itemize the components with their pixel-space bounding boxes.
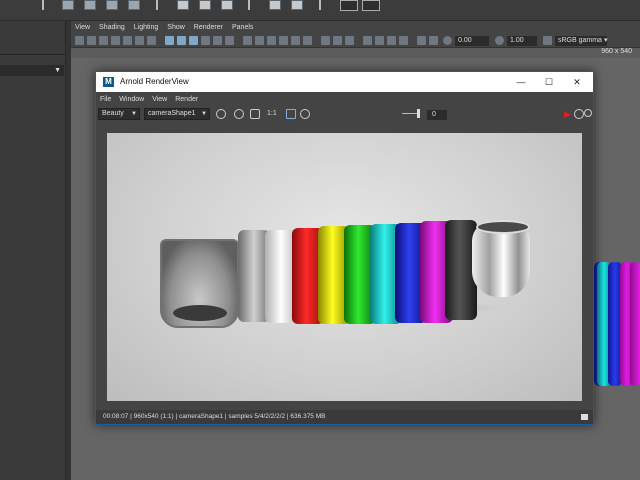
outliner-panel: ▼ bbox=[0, 21, 66, 480]
eye-icon[interactable] bbox=[340, 0, 358, 11]
display-icon[interactable] bbox=[417, 36, 426, 45]
menu-window[interactable]: Window bbox=[119, 96, 144, 103]
chevron-down-icon[interactable]: ▼ bbox=[54, 67, 61, 74]
divider bbox=[0, 54, 66, 55]
snapshot-icon[interactable] bbox=[581, 414, 588, 420]
xray-icon[interactable] bbox=[255, 36, 264, 45]
checker-icon[interactable] bbox=[199, 0, 211, 10]
exposure-icon[interactable] bbox=[443, 36, 452, 45]
camera-attributes-icon[interactable] bbox=[87, 36, 96, 45]
menu-panels[interactable]: Panels bbox=[232, 24, 253, 31]
exposure-field[interactable]: 0.00 bbox=[455, 36, 489, 46]
display-icon[interactable] bbox=[399, 36, 408, 45]
shelf-separator bbox=[42, 0, 44, 10]
wireframe-icon[interactable] bbox=[165, 36, 174, 45]
resolution-label: 960 x 540 bbox=[601, 48, 632, 55]
viewport-bangle bbox=[630, 262, 640, 386]
isolate-icon[interactable] bbox=[243, 36, 252, 45]
aov-select-value: Beauty bbox=[102, 110, 124, 117]
shelf-tool-icon[interactable] bbox=[84, 0, 96, 10]
bookmark-icon[interactable] bbox=[99, 36, 108, 45]
wireframe-on-shaded-icon[interactable] bbox=[189, 36, 198, 45]
status-bar: 00:08:07 | 960x540 (1:1) | cameraShape1 … bbox=[96, 410, 593, 424]
light-icon[interactable] bbox=[303, 36, 312, 45]
renderview-toolbar: Beauty ▼ cameraShape1 ▼ 1:1 ▶ bbox=[96, 106, 593, 122]
grid-icon[interactable] bbox=[123, 36, 132, 45]
color-management-icon[interactable] bbox=[543, 36, 552, 45]
chevron-down-icon[interactable]: ▾ bbox=[601, 36, 609, 46]
viewport-toolbar: 0.00 1.00 sRGB gamma ▾ bbox=[71, 34, 640, 48]
checker-icon[interactable] bbox=[221, 0, 233, 10]
gamma-field[interactable]: 1.00 bbox=[507, 36, 537, 46]
motion-blur-icon[interactable] bbox=[291, 36, 300, 45]
chevron-down-icon: ▼ bbox=[131, 111, 137, 117]
maya-shelf bbox=[0, 0, 640, 21]
menu-renderer[interactable]: Renderer bbox=[194, 24, 223, 31]
render-icon[interactable]: ▶ bbox=[564, 109, 574, 119]
title-bar[interactable]: M Arnold RenderView — ☐ ✕ bbox=[96, 72, 593, 92]
channel-icon[interactable] bbox=[250, 109, 260, 119]
shelf-tool-icon[interactable] bbox=[128, 0, 140, 10]
ambient-occlusion-icon[interactable] bbox=[279, 36, 288, 45]
textured-icon[interactable] bbox=[201, 36, 210, 45]
select-camera-icon[interactable] bbox=[75, 36, 84, 45]
menu-lighting[interactable]: Lighting bbox=[134, 24, 159, 31]
shelf-tool-icon[interactable] bbox=[291, 0, 303, 10]
checker-icon[interactable] bbox=[177, 0, 189, 10]
menu-view[interactable]: View bbox=[152, 96, 167, 103]
shelf-tool-icon[interactable] bbox=[106, 0, 118, 10]
menu-view[interactable]: View bbox=[75, 24, 90, 31]
exposure-slider-handle[interactable] bbox=[417, 109, 420, 118]
menu-show[interactable]: Show bbox=[167, 24, 185, 31]
shelf-tool-icon[interactable] bbox=[62, 0, 74, 10]
camera-select[interactable]: cameraShape1 ▼ bbox=[144, 108, 210, 120]
menu-render[interactable]: Render bbox=[175, 96, 198, 103]
settings-icon[interactable] bbox=[584, 109, 592, 117]
display-icon[interactable] bbox=[429, 36, 438, 45]
arnold-logo-icon: M bbox=[103, 77, 114, 87]
display-icon[interactable] bbox=[375, 36, 384, 45]
stop-icon[interactable] bbox=[574, 109, 584, 119]
glass-cup-base bbox=[173, 305, 227, 321]
display-icon[interactable] bbox=[363, 36, 372, 45]
sphere-icon[interactable] bbox=[321, 36, 330, 45]
viewport-menubar: View Shading Lighting Show Renderer Pane… bbox=[71, 21, 640, 34]
display-icon[interactable] bbox=[345, 36, 354, 45]
arnold-renderview-window: M Arnold RenderView — ☐ ✕ File Window Vi… bbox=[95, 71, 594, 425]
renderview-menubar: File Window View Render bbox=[96, 92, 593, 106]
window-title: Arnold RenderView bbox=[120, 77, 189, 86]
film-gate-icon[interactable] bbox=[135, 36, 144, 45]
exposure-value-field[interactable]: 0 bbox=[427, 110, 447, 120]
maximize-button[interactable]: ☐ bbox=[535, 74, 563, 90]
shadows-icon[interactable] bbox=[225, 36, 234, 45]
resolution-gate-icon[interactable] bbox=[147, 36, 156, 45]
gamma-icon[interactable] bbox=[495, 36, 504, 45]
render-canvas[interactable] bbox=[107, 133, 582, 401]
shelf-separator bbox=[156, 0, 158, 10]
crop-region-icon[interactable] bbox=[286, 109, 296, 119]
smooth-shade-icon[interactable] bbox=[177, 36, 186, 45]
aov-select[interactable]: Beauty ▼ bbox=[98, 108, 140, 120]
xray-joints-icon[interactable] bbox=[267, 36, 276, 45]
chrome-cup-rim bbox=[476, 220, 530, 234]
close-button[interactable]: ✕ bbox=[563, 74, 591, 90]
refresh-icon[interactable] bbox=[300, 109, 310, 119]
menu-shading[interactable]: Shading bbox=[99, 24, 125, 31]
shelf-separator bbox=[248, 0, 250, 10]
image-plane-icon[interactable] bbox=[111, 36, 120, 45]
shelf-tool-icon[interactable] bbox=[269, 0, 281, 10]
color-space-select[interactable]: sRGB gamma bbox=[555, 36, 607, 46]
minimize-button[interactable]: — bbox=[507, 74, 535, 90]
shelf-separator bbox=[319, 0, 321, 10]
ratio-label[interactable]: 1:1 bbox=[267, 110, 277, 117]
reset-exposure-icon[interactable] bbox=[234, 109, 244, 119]
display-icon[interactable] bbox=[387, 36, 396, 45]
sphere-icon[interactable] bbox=[333, 36, 342, 45]
chevron-down-icon: ▼ bbox=[201, 111, 207, 117]
play-icon[interactable] bbox=[362, 0, 380, 11]
lights-icon[interactable] bbox=[213, 36, 222, 45]
exposure-sun-icon[interactable] bbox=[216, 109, 226, 119]
menu-file[interactable]: File bbox=[100, 96, 111, 103]
camera-select-value: cameraShape1 bbox=[148, 110, 196, 117]
